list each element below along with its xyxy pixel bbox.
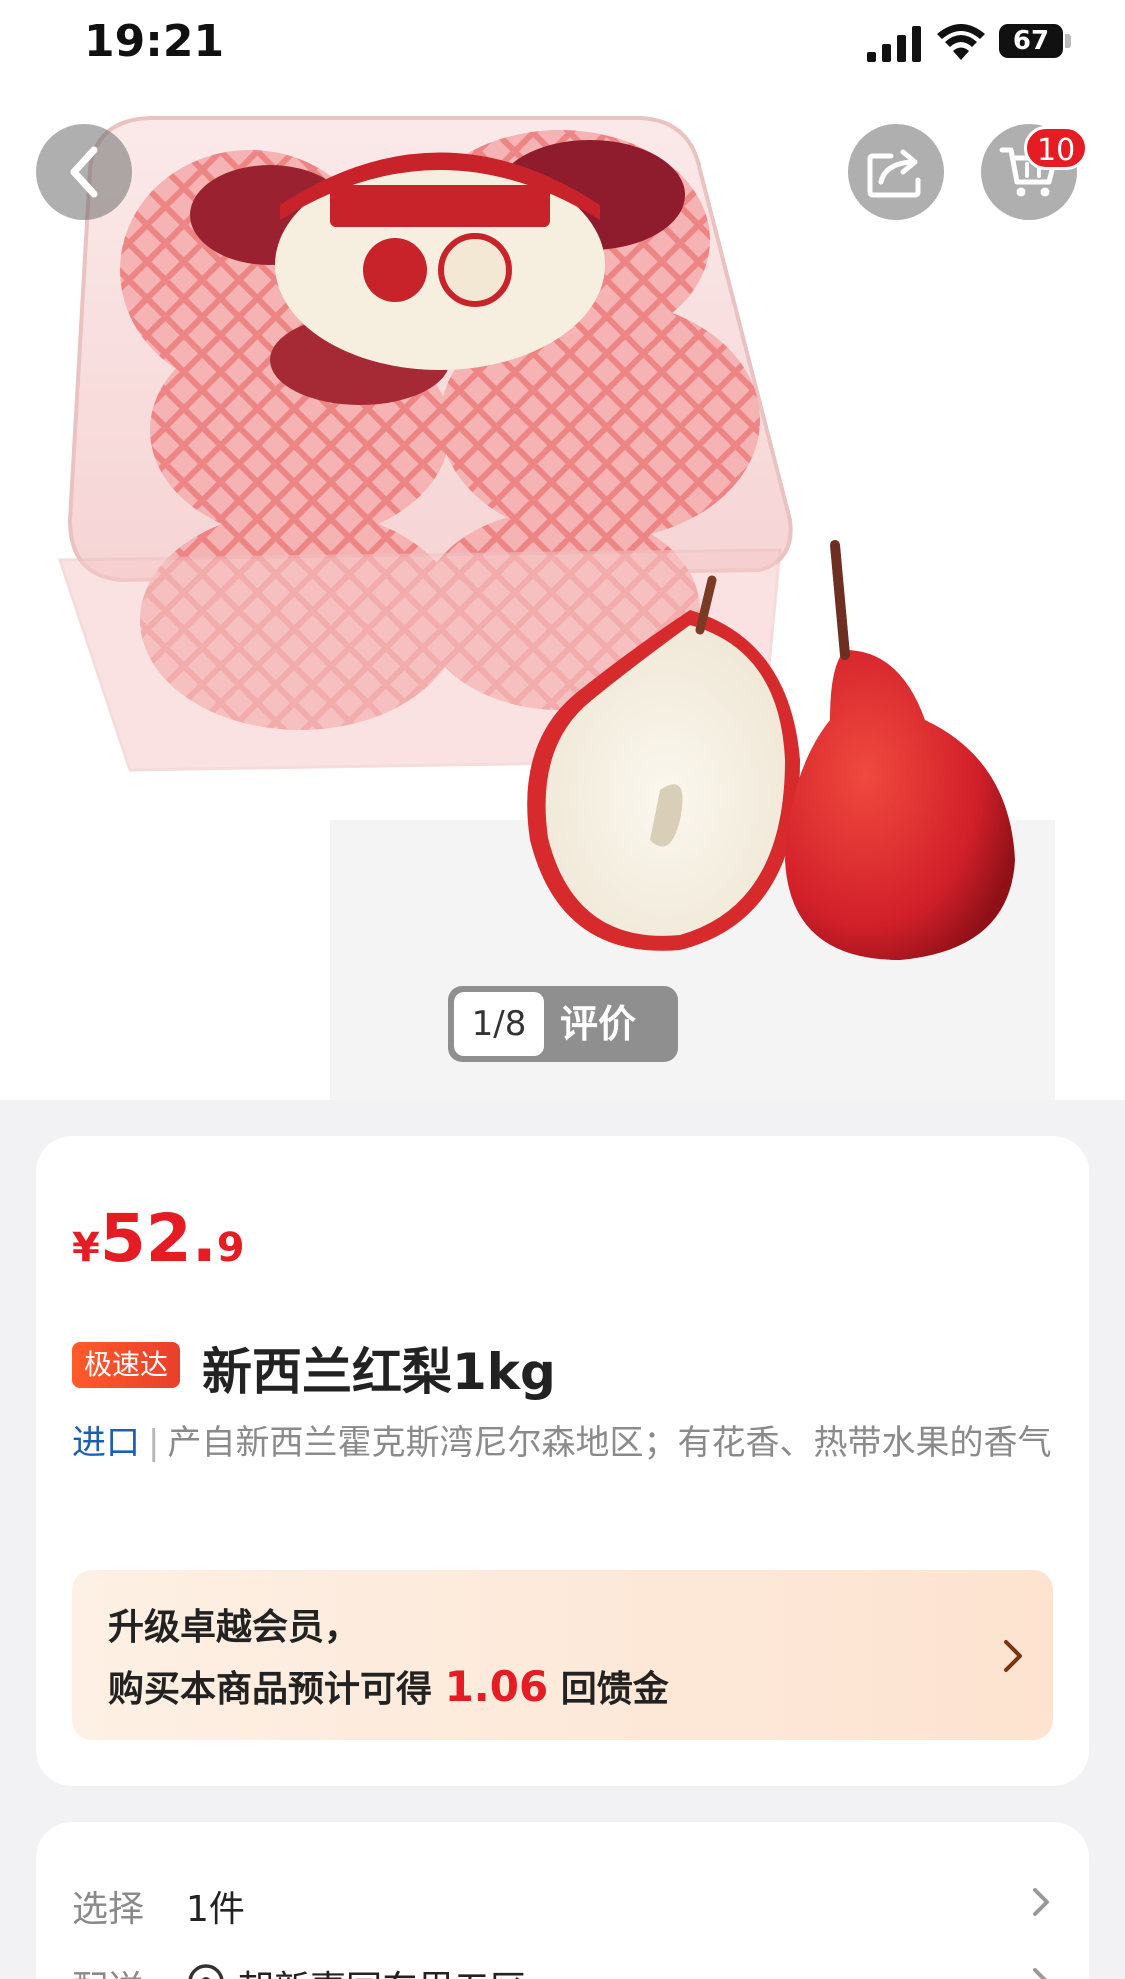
signal-icon bbox=[867, 26, 921, 62]
location-icon bbox=[188, 1964, 224, 1979]
product-image bbox=[0, 0, 1125, 1100]
price-decimal: 9 bbox=[216, 1225, 245, 1271]
member-upgrade-banner[interactable]: 升级卓越会员， 购买本商品预计可得 1.06 回馈金 bbox=[72, 1570, 1053, 1740]
product-title: 新西兰红梨1kg bbox=[202, 1343, 556, 1401]
reward-amount: 1.06 bbox=[444, 1662, 549, 1711]
import-tag: 进口 bbox=[72, 1423, 140, 1463]
reward-prefix: 购买本商品预计可得 bbox=[108, 1669, 433, 1710]
wifi-icon bbox=[937, 24, 985, 60]
pager-review-tab[interactable]: 评价 bbox=[560, 986, 636, 1062]
select-spec-row[interactable]: 选择 1件 bbox=[72, 1874, 1053, 1934]
price-integer: 52. bbox=[99, 1200, 217, 1277]
chevron-left-icon bbox=[70, 146, 98, 198]
delivery-address: 朝新嘉园东里五区 bbox=[238, 1960, 526, 1979]
price-symbol: ¥ bbox=[72, 1225, 100, 1271]
chevron-right-icon bbox=[1033, 1888, 1049, 1916]
product-price: ¥52.9 bbox=[72, 1200, 245, 1277]
cart-count-badge: 10 bbox=[1024, 126, 1089, 170]
reward-suffix: 回馈金 bbox=[560, 1669, 669, 1710]
pager-index[interactable]: 1/8 bbox=[454, 992, 544, 1056]
battery-cap bbox=[1065, 34, 1071, 48]
battery-icon: 67 bbox=[999, 24, 1063, 58]
chevron-right-icon bbox=[1004, 1640, 1022, 1672]
status-time: 19:21 bbox=[84, 16, 225, 67]
separator: | bbox=[148, 1423, 160, 1463]
image-pager[interactable]: 1/8 评价 bbox=[448, 986, 678, 1062]
product-options-card: 选择 1件 配送 朝新嘉园东里五区 bbox=[36, 1822, 1089, 1979]
product-image-carousel[interactable] bbox=[0, 0, 1125, 1100]
select-value: 1件 bbox=[186, 1889, 245, 1930]
delivery-label: 配送 bbox=[72, 1960, 144, 1979]
share-button[interactable] bbox=[848, 124, 944, 220]
member-upgrade-title: 升级卓越会员， bbox=[108, 1607, 361, 1648]
description-text: 产自新西兰霍克斯湾尼尔森地区；有花香、热带水果的香气 bbox=[167, 1423, 1052, 1463]
delivery-row[interactable]: 配送 朝新嘉园东里五区 bbox=[72, 1954, 1053, 1979]
status-icons: 67 bbox=[867, 22, 1077, 62]
back-button[interactable] bbox=[36, 124, 132, 220]
status-bar: 19:21 67 bbox=[0, 0, 1125, 90]
product-description: 进口 | 产自新西兰霍克斯湾尼尔森地区；有花香、热带水果的香气 bbox=[72, 1418, 1062, 1468]
speed-delivery-tag: 极速达 bbox=[72, 1342, 181, 1388]
product-info-card: ¥52.9 极速达 新西兰红梨1kg 进口 | 产自新西兰霍克斯湾尼尔森地区；有花香… bbox=[36, 1136, 1089, 1786]
member-reward-text: 购买本商品预计可得 1.06 回馈金 bbox=[108, 1660, 669, 1712]
share-icon bbox=[867, 149, 921, 198]
product-detail-page: 19:21 67 10 1/8 评价 ¥52.9 极速达 新西兰红梨1kg 进口… bbox=[0, 0, 1125, 1979]
select-label: 选择 bbox=[72, 1889, 145, 1930]
chevron-right-icon bbox=[1033, 1968, 1047, 1979]
